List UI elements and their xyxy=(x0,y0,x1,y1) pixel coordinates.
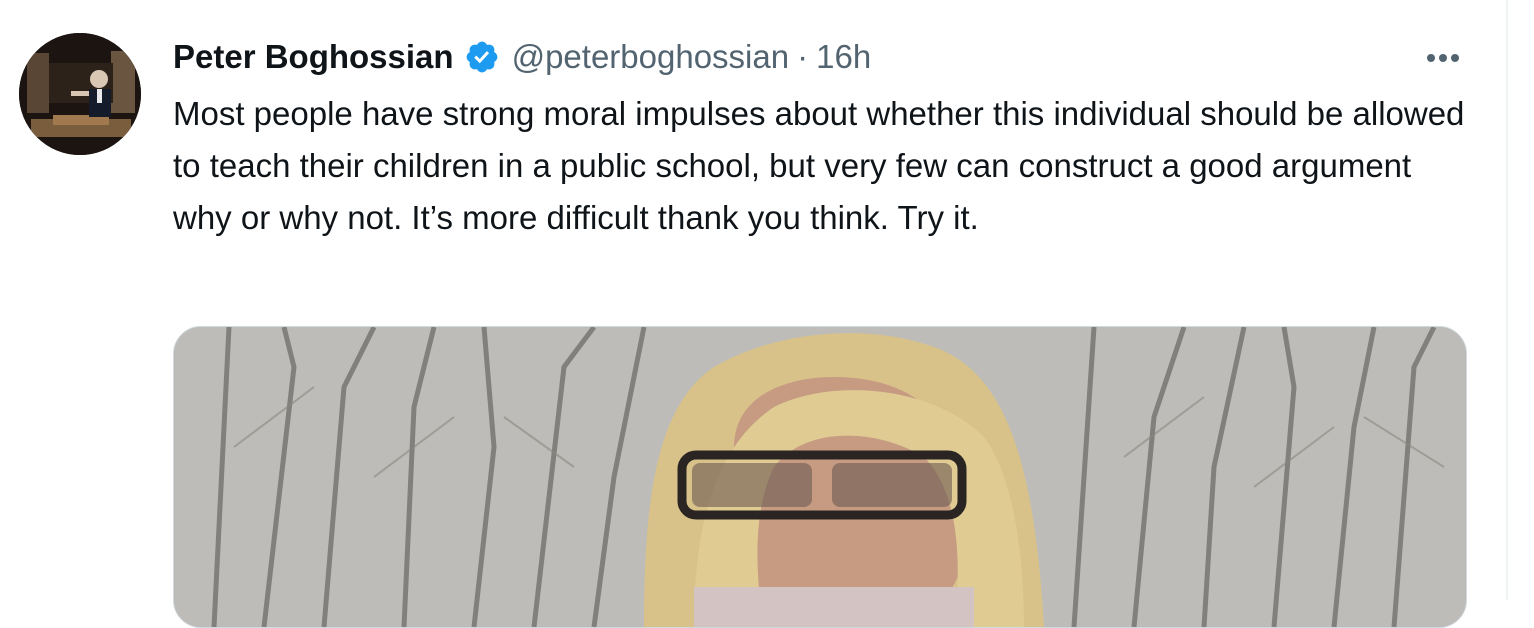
timestamp[interactable]: 16h xyxy=(816,38,871,76)
tweet-header: Peter Boghossian @peterboghossian · 16h xyxy=(173,34,871,80)
author-handle[interactable]: @peterboghossian xyxy=(512,38,790,76)
avatar[interactable] xyxy=(19,33,141,155)
verified-badge-icon xyxy=(464,39,500,75)
tweet-media-image[interactable] xyxy=(173,326,1467,628)
tweet-text: Most people have strong moral impulses a… xyxy=(173,95,1465,236)
avatar-photo xyxy=(19,33,141,155)
tweet-photo xyxy=(174,327,1466,627)
column-divider xyxy=(1506,0,1508,600)
separator-dot: · xyxy=(797,38,809,75)
author-name[interactable]: Peter Boghossian xyxy=(173,38,454,76)
more-options-icon[interactable] xyxy=(1418,38,1468,78)
